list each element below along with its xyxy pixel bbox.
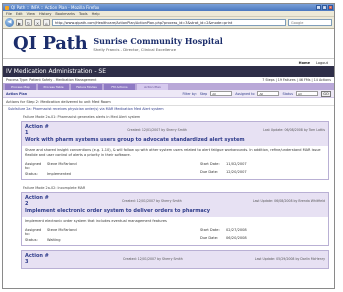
action-number: Action # 2 <box>25 195 49 207</box>
due-date-label: Due Date: <box>200 170 219 174</box>
status-label: Status: <box>25 172 38 176</box>
logout-link[interactable]: Logout <box>316 61 328 65</box>
action-card: Action # 2 Created: 12/01/2007 by Sherry… <box>21 192 329 246</box>
step-label: Step <box>199 91 208 96</box>
due-date-value: 06/20/2008 <box>226 236 247 240</box>
action-created: Created: 12/01/2007 by Sherry Smith <box>127 128 187 132</box>
action-description: Implement electronic order system that i… <box>25 219 167 223</box>
assigned-to-label: Assigned to: <box>25 228 42 236</box>
assigned-to-label: Assigned to: <box>25 162 42 170</box>
action-header: Action # 3 Created: 12/01/2007 by Sherry… <box>22 251 328 268</box>
app-logo: QI Path <box>13 33 88 54</box>
tab-failure-modes[interactable]: Failure Modes <box>71 84 102 90</box>
due-date-value: 12/20/2007 <box>226 170 247 174</box>
subfailure-heading: Subfailure 2a: Pharmacist receives physi… <box>8 107 164 111</box>
status-value: Waiting <box>47 238 61 242</box>
action-number: Action # 3 <box>25 253 49 265</box>
window-titlebar: QI Path :: INFA :: Action Plan - Mozilla… <box>3 4 334 11</box>
action-title[interactable]: Work with pharm systems users group to a… <box>25 137 325 143</box>
status-label: Status: <box>25 238 38 242</box>
status-label: Status <box>282 91 293 96</box>
navigation-toolbar: ◀ ▶ ↻ ✕ ⌂ http://www.qipath.com/Healthca… <box>3 17 334 29</box>
action-updated: Last Update: 06/08/2008 by Tom Lattis <box>263 128 325 132</box>
process-type: Process Type: Patient Safety - Medicatio… <box>6 78 97 82</box>
process-counts: 7 Steps | 19 Failures | 46 FMs | 14 Acti… <box>262 78 331 82</box>
start-date-value: 11/02/2007 <box>226 162 247 166</box>
back-icon[interactable]: ◀ <box>5 18 14 27</box>
go-button[interactable]: GO <box>321 90 331 97</box>
tab-bar: Process Map Process Table Failure Modes … <box>3 83 334 90</box>
start-date-value: 02/27/2008 <box>226 228 247 232</box>
firefox-icon <box>5 5 9 10</box>
action-updated: Last Update: 05/29/2008 by Darlin McHenr… <box>254 257 325 261</box>
menu-tools[interactable]: Tools <box>79 12 88 16</box>
menu-view[interactable]: View <box>27 12 35 16</box>
organization-info: Sunrise Community Hospital Shelly Franci… <box>93 36 222 52</box>
action-number: Action # 1 <box>25 124 49 136</box>
action-card: Action # 1 Created: 12/01/2007 by Sherry… <box>21 121 329 180</box>
forward-icon[interactable]: ▶ <box>16 19 23 26</box>
window-title: QI Path :: INFA :: Action Plan - Mozilla… <box>11 5 100 10</box>
filter-title: Action Plan <box>6 91 28 96</box>
app-header: QI Path Sunrise Community Hospital Shell… <box>3 29 334 59</box>
tab-process-map[interactable]: Process Map <box>5 84 36 90</box>
start-date-label: Start Date: <box>200 162 220 166</box>
organization-name: Sunrise Community Hospital <box>93 35 223 46</box>
action-header: Action # 2 Created: 12/01/2007 by Sherry… <box>22 193 328 217</box>
search-input[interactable]: Google <box>288 19 332 26</box>
filter-label: Filter by: <box>182 91 197 96</box>
assigned-select[interactable]: All <box>257 91 280 96</box>
page-title: IV Medication Administration - SE <box>3 66 334 77</box>
menu-history[interactable]: History <box>39 12 51 16</box>
stop-icon[interactable]: ✕ <box>34 19 41 26</box>
minimize-icon[interactable]: _ <box>316 5 321 10</box>
home-icon[interactable]: ⌂ <box>43 19 50 26</box>
due-date-label: Due Date: <box>200 236 219 240</box>
menu-bookmarks[interactable]: Bookmarks <box>55 12 75 16</box>
status-value: Implemented <box>47 172 71 176</box>
maximize-icon[interactable]: □ <box>322 5 327 10</box>
window-controls: _ □ × <box>316 5 334 10</box>
action-header: Action # 1 Created: 12/01/2007 by Sherry… <box>22 122 328 146</box>
status-select[interactable]: All <box>296 91 318 96</box>
tab-fm-actions[interactable]: FM Actions <box>104 84 135 90</box>
failure-mode-heading: Failure Mode 2a-01: Pharmacist generates… <box>23 115 141 119</box>
action-created: Created: 12/01/2007 by Sherry Smith <box>123 257 183 261</box>
action-fields: Assigned to: Steve McFarland Status: Imp… <box>22 160 328 179</box>
failure-mode-heading: Failure Mode 2a-02: Incomplete MAR <box>23 186 86 190</box>
tab-action-plan[interactable]: Action Plan <box>137 84 168 90</box>
action-created: Created: 12/01/2007 by Sherry Smith <box>122 199 182 203</box>
assigned-to-value: Steve McFarland <box>47 228 77 232</box>
action-updated: Last Update: 06/08/2008 by Brenda Whitfi… <box>252 199 325 203</box>
menu-help[interactable]: Help <box>92 12 100 16</box>
address-bar[interactable]: http://www.qipath.com/Healthcare/ActionP… <box>52 19 286 26</box>
browser-window: QI Path :: INFA :: Action Plan - Mozilla… <box>2 3 335 289</box>
start-date-label: Start Date: <box>200 228 220 232</box>
user-info: Shelly Francis - Director, Clinical Exce… <box>93 46 177 52</box>
home-link[interactable]: Home <box>299 61 310 65</box>
menu-edit[interactable]: Edit <box>16 12 23 16</box>
step-select[interactable]: All <box>210 91 233 96</box>
reload-icon[interactable]: ↻ <box>25 19 32 26</box>
action-fields: Assigned to: Steve McFarland Status: Wai… <box>22 226 328 245</box>
tab-process-table[interactable]: Process Table <box>38 84 69 90</box>
strategy-heading: Actions for Step 2: Medication delivered… <box>3 98 334 106</box>
top-nav: Home Logout <box>3 59 334 66</box>
assigned-to-value: Steve McFarland <box>47 162 77 166</box>
action-title[interactable]: Implement electronic order system to del… <box>25 208 325 214</box>
assigned-label: Assigned to <box>235 91 255 96</box>
menu-file[interactable]: File <box>6 12 12 16</box>
close-icon[interactable]: × <box>328 5 333 10</box>
action-description: Share and shared insight conventions (e.… <box>25 148 321 157</box>
action-card: Action # 3 Created: 12/01/2007 by Sherry… <box>21 250 329 269</box>
filter-bar: Action Plan Filter by: Step All Assigned… <box>3 90 334 98</box>
